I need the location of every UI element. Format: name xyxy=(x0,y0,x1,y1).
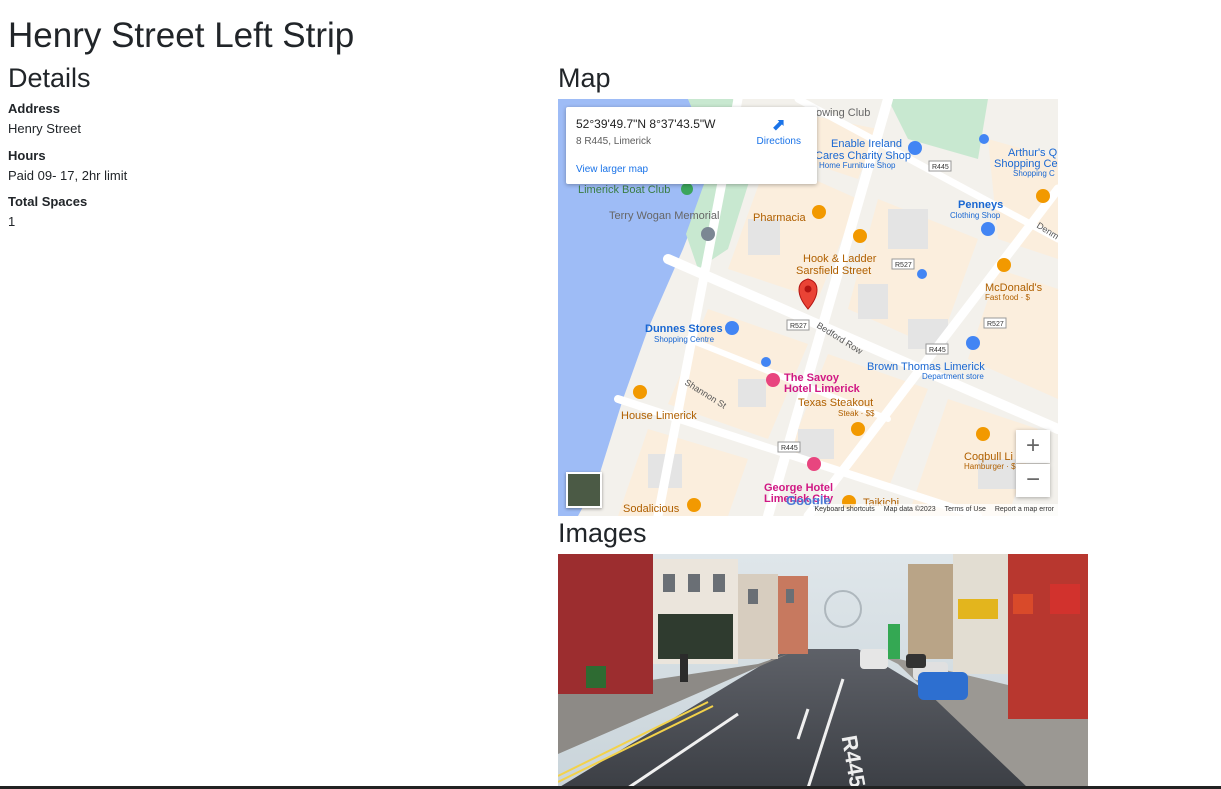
view-larger-map-link[interactable]: View larger map xyxy=(576,164,648,175)
hours-label: Hours xyxy=(8,148,46,163)
svg-text:Clothing Shop: Clothing Shop xyxy=(950,211,1001,220)
svg-text:Home Furniture Shop: Home Furniture Shop xyxy=(819,161,896,170)
svg-text:Penneys: Penneys xyxy=(958,199,1003,211)
svg-text:Department store: Department store xyxy=(922,372,984,381)
terms-of-use-link[interactable]: Terms of Use xyxy=(945,506,986,513)
svg-text:Hook & Ladder: Hook & Ladder xyxy=(803,253,877,265)
map-attribution: Keyboard shortcuts Map data ©2023 Terms of… xyxy=(810,504,1058,516)
svg-text:Limerick Boat Club: Limerick Boat Club xyxy=(578,184,670,196)
address-value: Henry Street xyxy=(8,121,81,136)
svg-text:Shopping C: Shopping C xyxy=(1013,169,1055,178)
map-section: Map R445 R527 R527 R527 R445 R445 Bedfor… xyxy=(558,62,1058,516)
street-photo: R445 xyxy=(558,554,1088,788)
svg-text:R445: R445 xyxy=(932,164,949,171)
svg-text:Hamburger · $: Hamburger · $ xyxy=(964,462,1016,471)
directions-icon: ⬈ xyxy=(771,115,786,134)
total-spaces-label: Total Spaces xyxy=(8,194,88,209)
map-heading: Map xyxy=(558,63,611,93)
svg-text:Texas Steakout: Texas Steakout xyxy=(798,397,873,409)
svg-text:R527: R527 xyxy=(987,321,1004,328)
svg-text:Terry Wogan Memorial: Terry Wogan Memorial xyxy=(609,210,719,222)
svg-text:Enable Ireland: Enable Ireland xyxy=(831,138,902,150)
svg-text:Pharmacia: Pharmacia xyxy=(753,212,806,224)
svg-text:Dunnes Stores: Dunnes Stores xyxy=(645,323,723,335)
svg-text:Shopping Centre: Shopping Centre xyxy=(654,335,715,344)
report-map-error-link[interactable]: Report a map error xyxy=(995,506,1054,513)
zoom-in-button[interactable]: + xyxy=(1016,430,1050,463)
svg-text:Sodalicious: Sodalicious xyxy=(623,503,680,515)
hours-value: Paid 09- 17, 2hr limit xyxy=(8,168,128,183)
details-section: Details Address Henry Street Hours Paid … xyxy=(8,62,528,230)
svg-text:Fast food · $: Fast food · $ xyxy=(985,293,1030,302)
svg-text:R445: R445 xyxy=(929,347,946,354)
coordinates-text: 52°39'49.7"N 8°37'43.5"W xyxy=(576,117,716,131)
svg-text:owing Club: owing Club xyxy=(816,107,870,119)
directions-button[interactable]: ⬈ Directions xyxy=(756,115,801,148)
svg-text:R527: R527 xyxy=(895,262,912,269)
images-heading: Images xyxy=(558,518,647,548)
total-spaces-value: 1 xyxy=(8,214,16,229)
svg-text:Hotel Limerick: Hotel Limerick xyxy=(784,383,861,395)
keyboard-shortcuts-link[interactable]: Keyboard shortcuts xyxy=(814,506,874,513)
svg-text:R445: R445 xyxy=(781,445,798,452)
page-title: Henry Street Left Strip xyxy=(8,16,355,55)
zoom-out-button[interactable]: − xyxy=(1016,464,1050,497)
satellite-toggle-thumbnail[interactable] xyxy=(566,472,602,508)
images-section: Images R445 xyxy=(558,517,1088,788)
street-photo-drawing: R445 xyxy=(558,554,1088,788)
info-address: 8 R445, Limerick xyxy=(576,136,652,147)
details-heading: Details xyxy=(8,63,91,93)
address-label: Address xyxy=(8,101,61,116)
map-data-text: Map data ©2023 xyxy=(883,506,936,513)
directions-label: Directions xyxy=(756,136,801,147)
location-info-card: 52°39'49.7"N 8°37'43.5"W 8 R445, Limeric… xyxy=(566,107,817,184)
svg-text:Steak · $$: Steak · $$ xyxy=(838,409,875,418)
embedded-map[interactable]: R445 R527 R527 R527 R445 R445 Bedford Ro… xyxy=(558,99,1058,516)
svg-text:R527: R527 xyxy=(790,323,807,330)
svg-text:House Limerick: House Limerick xyxy=(621,410,697,422)
svg-text:Sarsfield Street: Sarsfield Street xyxy=(796,265,871,277)
